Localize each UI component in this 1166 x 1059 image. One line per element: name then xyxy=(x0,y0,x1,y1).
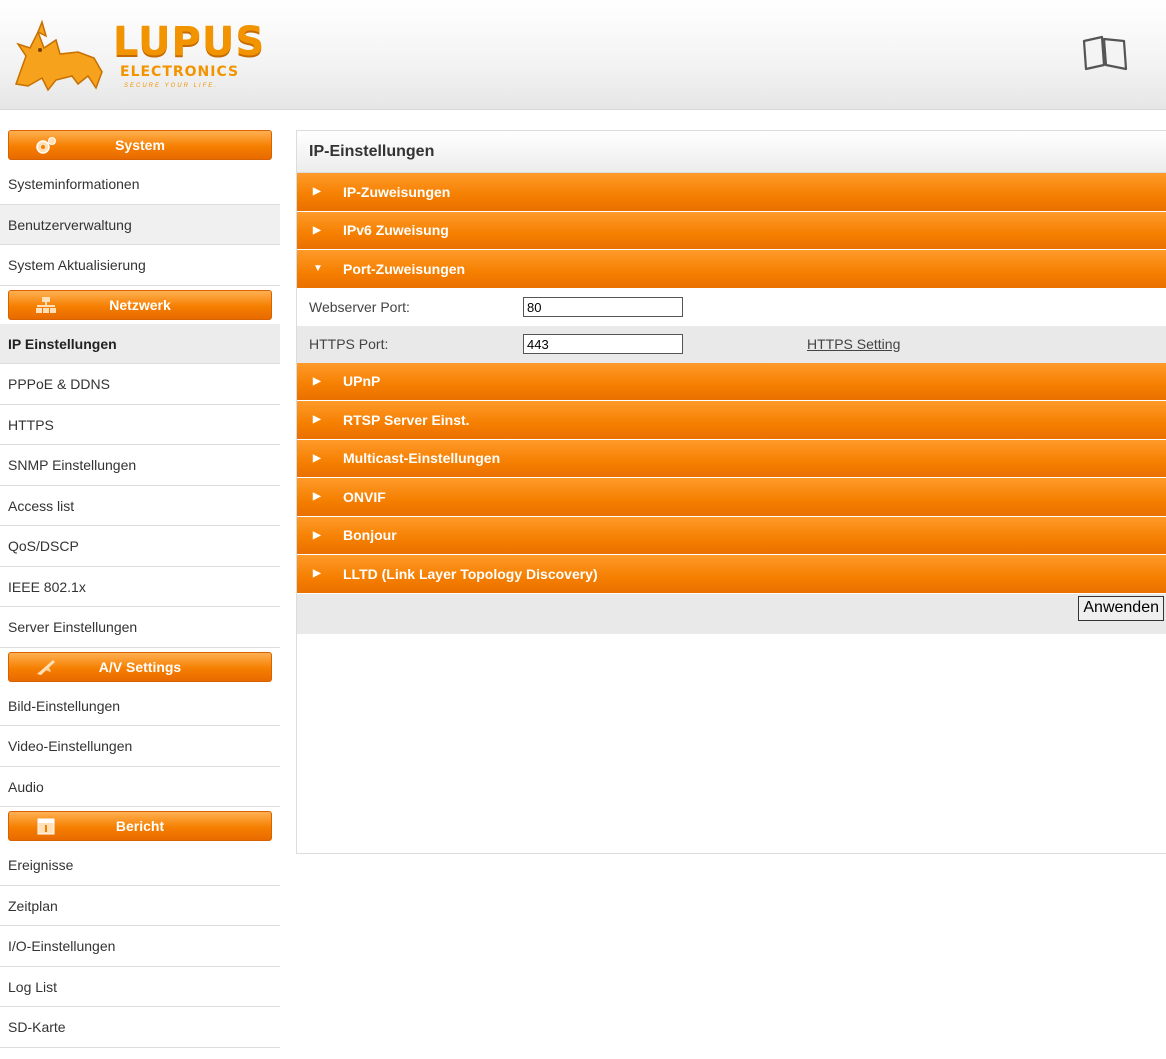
sidebar-item-access-list[interactable]: Access list xyxy=(0,485,280,526)
sidebar-group-bericht[interactable]: Bericht xyxy=(0,807,280,845)
sidebar-item-ieee-8021x[interactable]: IEEE 802.1x xyxy=(0,566,280,607)
apply-bar: Anwenden xyxy=(297,593,1166,634)
av-icon xyxy=(37,659,55,675)
caret-right-icon: ▶ xyxy=(313,529,321,541)
section-lltd[interactable]: ▶ LLTD (Link Layer Topology Discovery) xyxy=(297,555,1166,594)
caret-down-icon: ▼ xyxy=(313,263,323,275)
section-label: Bonjour xyxy=(343,527,397,544)
help-book-icon[interactable] xyxy=(1080,33,1130,73)
sidebar-item-server-einstellungen[interactable]: Server Einstellungen xyxy=(0,607,280,648)
section-rtsp-server[interactable]: ▶ RTSP Server Einst. xyxy=(297,401,1166,440)
sidebar-item-qos-dscp[interactable]: QoS/DSCP xyxy=(0,526,280,567)
webserver-port-input[interactable] xyxy=(523,297,683,317)
https-port-row: HTTPS Port: HTTPS Setting xyxy=(297,325,1166,363)
https-setting-link[interactable]: HTTPS Setting xyxy=(807,336,900,352)
sidebar-item-https[interactable]: HTTPS xyxy=(0,404,280,445)
sidebar-item-benutzerverwaltung[interactable]: Benutzerverwaltung xyxy=(0,204,280,245)
caret-right-icon: ▶ xyxy=(313,375,321,387)
section-label: IPv6 Zuweisung xyxy=(343,222,449,239)
sidebar-item-systeminformationen[interactable]: Systeminformationen xyxy=(0,164,280,205)
caret-right-icon: ▶ xyxy=(313,224,321,236)
section-multicast[interactable]: ▶ Multicast-Einstellungen xyxy=(297,439,1166,478)
gears-icon xyxy=(36,137,56,154)
section-label: UPnP xyxy=(343,373,381,390)
logo-sub-text: ELECTRONICS xyxy=(120,64,240,80)
sidebar-item-bild-einstellungen[interactable]: Bild-Einstellungen xyxy=(0,685,280,726)
section-label: LLTD (Link Layer Topology Discovery) xyxy=(343,565,598,582)
sidebar-item-snmp-einstellungen[interactable]: SNMP Einstellungen xyxy=(0,445,280,486)
network-icon xyxy=(36,296,56,313)
section-port-zuweisungen[interactable]: ▼ Port-Zuweisungen xyxy=(297,250,1166,289)
logo-slogan-text: SECURE YOUR LIFE. xyxy=(124,83,218,89)
sidebar-item-ip-einstellungen[interactable]: IP Einstellungen xyxy=(0,323,280,364)
section-label: IP-Zuweisungen xyxy=(343,183,451,200)
sidebar-item-log-list[interactable]: Log List xyxy=(0,966,280,1007)
section-label: Port-Zuweisungen xyxy=(343,260,466,277)
sidebar-group-system[interactable]: System xyxy=(0,126,280,164)
page-title: IP-Einstellungen xyxy=(297,131,1166,173)
caret-right-icon: ▶ xyxy=(313,491,321,503)
calendar-icon xyxy=(37,818,55,835)
sidebar-group-title: System xyxy=(115,137,165,153)
section-label: RTSP Server Einst. xyxy=(343,411,470,428)
section-ipv6-zuweisung[interactable]: ▶ IPv6 Zuweisung xyxy=(297,211,1166,250)
sidebar-item-zeitplan[interactable]: Zeitplan xyxy=(0,885,280,926)
section-ip-zuweisungen[interactable]: ▶ IP-Zuweisungen xyxy=(297,173,1166,212)
sidebar-group-title: Netzwerk xyxy=(109,296,171,313)
sidebar-item-io-einstellungen[interactable]: I/O-Einstellungen xyxy=(0,926,280,967)
logo-brand-text: LUPUS xyxy=(113,19,266,65)
sidebar-item-video-einstellungen[interactable]: Video-Einstellungen xyxy=(0,726,280,767)
webserver-port-row: Webserver Port: xyxy=(297,289,1166,326)
https-port-label: HTTPS Port: xyxy=(309,336,389,352)
caret-right-icon: ▶ xyxy=(313,452,321,464)
https-port-input[interactable] xyxy=(523,334,683,354)
apply-button[interactable]: Anwenden xyxy=(1078,595,1164,621)
caret-right-icon: ▶ xyxy=(313,568,321,580)
header-bar: LUPUS ELECTRONICS SECURE YOUR LIFE. xyxy=(0,0,1166,110)
sidebar-group-title: Bericht xyxy=(115,818,165,834)
sidebar-item-sd-karte[interactable]: SD-Karte xyxy=(0,1007,280,1048)
section-onvif[interactable]: ▶ ONVIF xyxy=(297,478,1166,517)
sidebar: System Systeminformationen Benutzerverwa… xyxy=(0,126,280,1048)
sidebar-item-audio[interactable]: Audio xyxy=(0,766,280,807)
caret-right-icon: ▶ xyxy=(313,414,321,426)
sidebar-group-netzwerk[interactable]: Netzwerk xyxy=(0,286,280,324)
section-bonjour[interactable]: ▶ Bonjour xyxy=(297,516,1166,555)
wolf-logo-icon xyxy=(14,19,103,92)
webserver-port-label: Webserver Port: xyxy=(309,299,410,315)
section-label: Multicast-Einstellungen xyxy=(343,450,501,467)
sidebar-group-title: A/V Settings xyxy=(98,658,182,675)
sidebar-item-system-aktualisierung[interactable]: System Aktualisierung xyxy=(0,245,280,286)
lupus-logo: LUPUS ELECTRONICS SECURE YOUR LIFE. xyxy=(8,14,278,94)
caret-right-icon: ▶ xyxy=(313,186,321,198)
section-label: ONVIF xyxy=(343,488,386,505)
main-panel: IP-Einstellungen ▶ IP-Zuweisungen ▶ IPv6… xyxy=(296,130,1166,854)
section-upnp[interactable]: ▶ UPnP xyxy=(297,362,1166,401)
sidebar-group-av-settings[interactable]: A/V Settings xyxy=(0,648,280,686)
sidebar-item-ereignisse[interactable]: Ereignisse xyxy=(0,845,280,886)
sidebar-item-pppoe-ddns[interactable]: PPPoE & DDNS xyxy=(0,364,280,405)
